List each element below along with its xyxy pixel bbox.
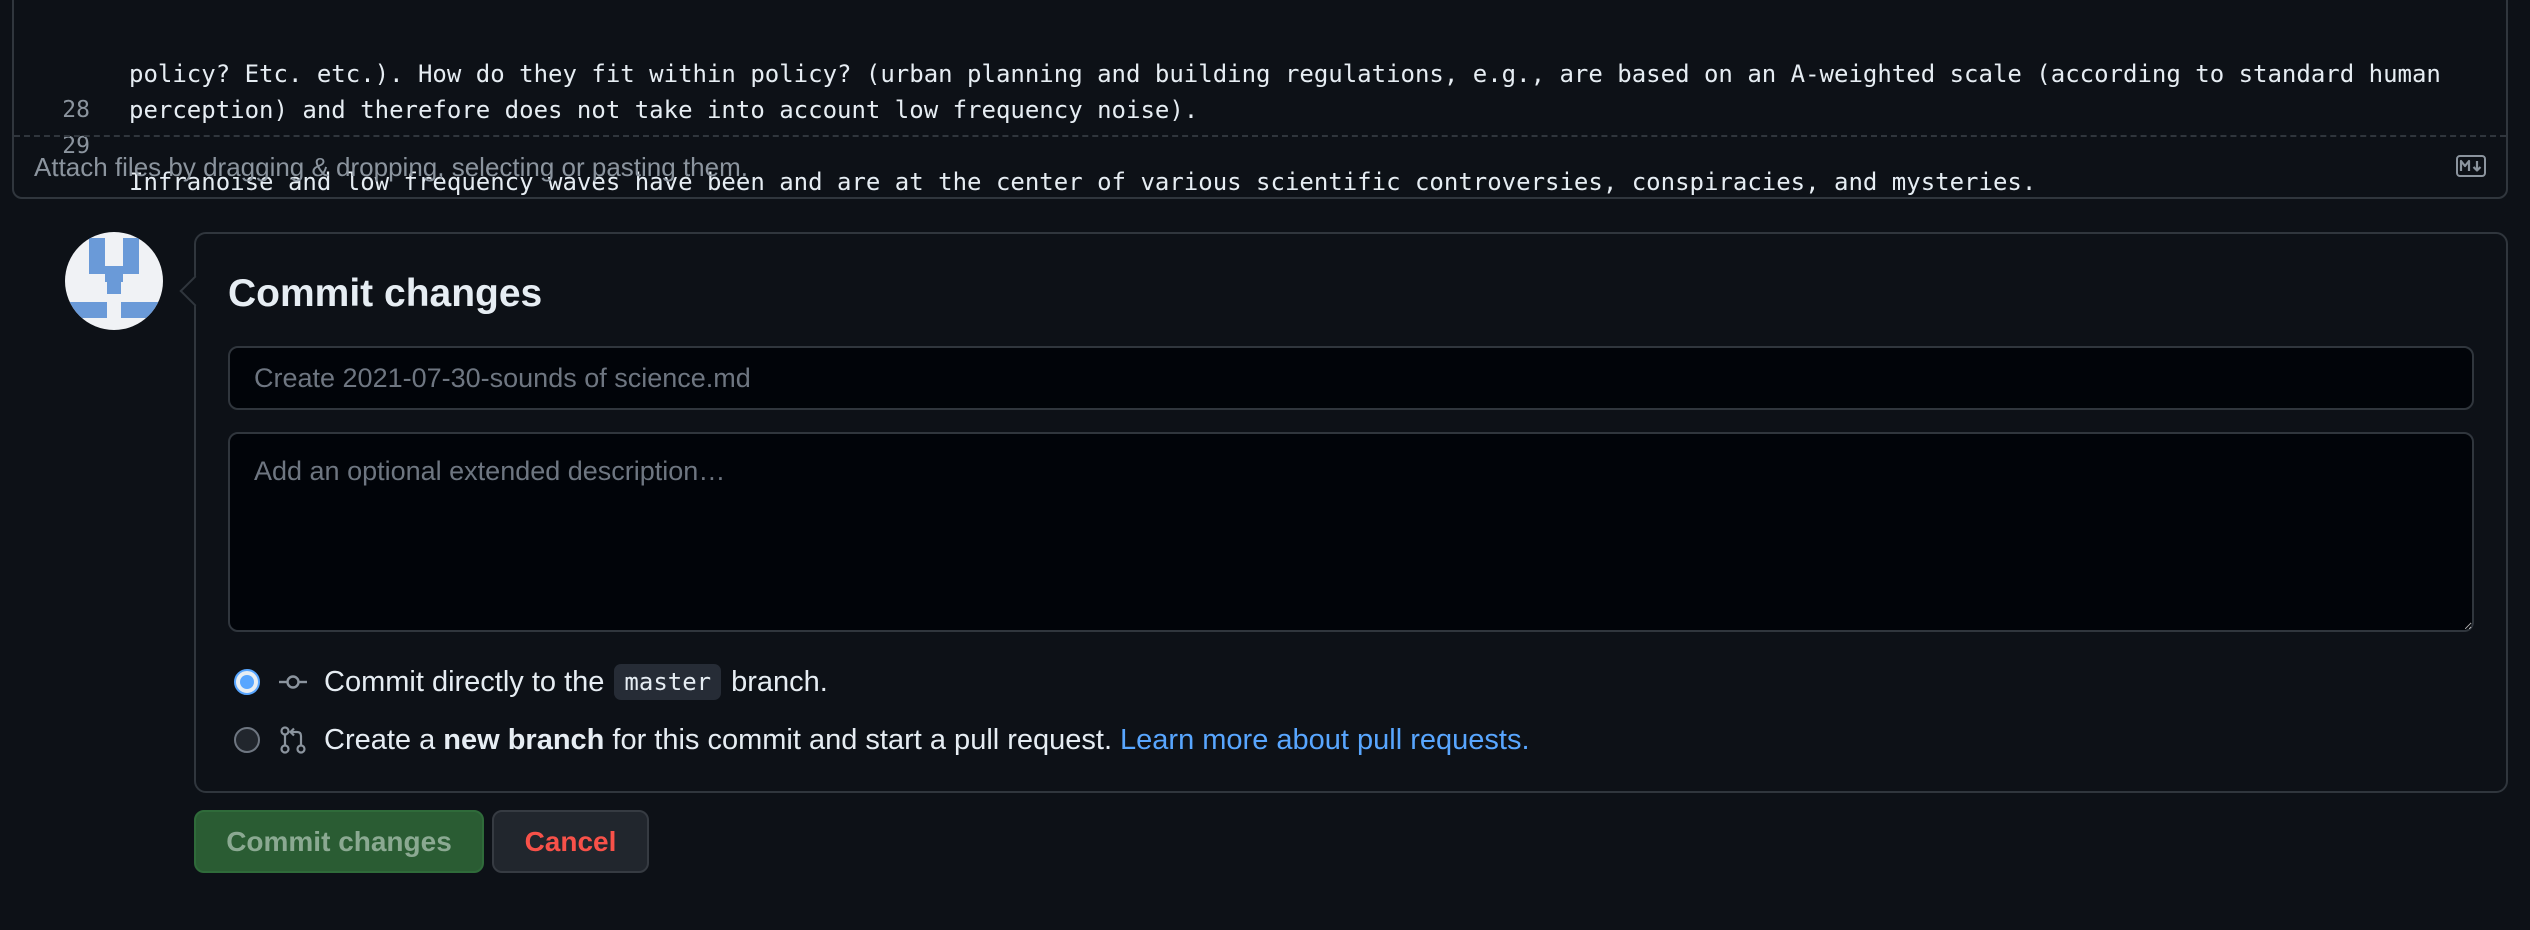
- commit-summary-input[interactable]: [228, 346, 2474, 410]
- commit-title: Commit changes: [228, 272, 543, 315]
- commit-direct-option[interactable]: Commit directly to the master branch.: [234, 662, 828, 702]
- new-branch-option[interactable]: Create a new branch for this commit and …: [234, 720, 1530, 760]
- commit-direct-radio[interactable]: [234, 669, 260, 695]
- commit-form: Commit changes Commit directly to the ma…: [194, 232, 2508, 793]
- git-pull-request-icon: [280, 726, 306, 754]
- commit-direct-prefix: Commit directly to the: [324, 665, 605, 698]
- markdown-icon[interactable]: [2456, 155, 2486, 177]
- commit-changes-button[interactable]: Commit changes: [194, 810, 484, 873]
- cancel-button[interactable]: Cancel: [492, 810, 649, 873]
- commit-direct-suffix: branch.: [731, 665, 828, 698]
- new-branch-bold: new branch: [443, 723, 605, 756]
- learn-more-pull-requests-link[interactable]: Learn more about pull requests.: [1120, 724, 1529, 757]
- new-branch-radio[interactable]: [234, 727, 260, 753]
- commit-description-input[interactable]: [228, 432, 2474, 632]
- git-commit-icon: [279, 675, 307, 689]
- avatar[interactable]: [65, 232, 163, 330]
- attach-files-hint: Attach files by dragging & dropping, sel…: [34, 151, 748, 182]
- branch-name: master: [614, 664, 722, 700]
- attach-files-bar[interactable]: Attach files by dragging & dropping, sel…: [14, 135, 2506, 197]
- identicon-icon: [65, 238, 163, 318]
- new-branch-prefix: Create a: [324, 723, 436, 756]
- file-editor[interactable]: policy? Etc. etc.). How do they fit with…: [12, 0, 2508, 199]
- new-branch-suffix: for this commit and start a pull request…: [612, 723, 1113, 756]
